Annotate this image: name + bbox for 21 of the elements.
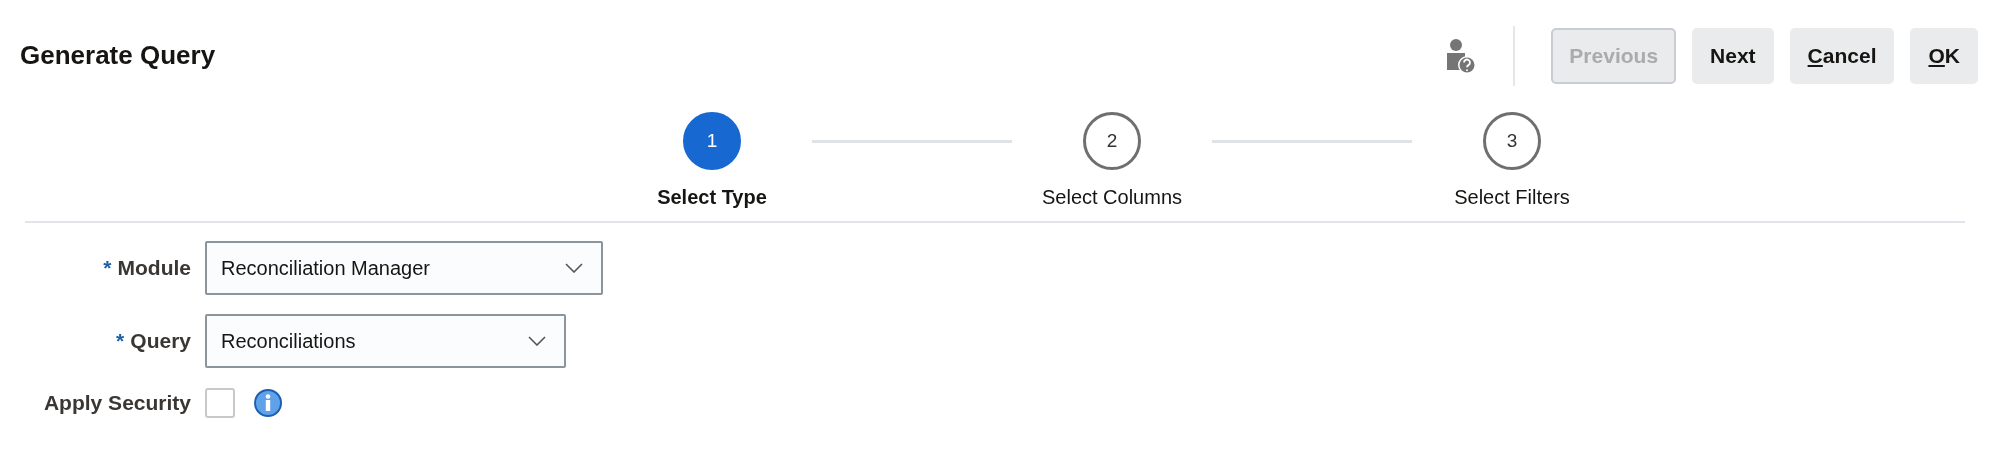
wizard-button[interactable]: OK bbox=[1910, 28, 1978, 84]
step-circle[interactable]: 1 bbox=[683, 112, 741, 170]
step-circle[interactable]: 3 bbox=[1483, 112, 1541, 170]
field-label: Module bbox=[117, 256, 191, 280]
step-circle[interactable]: 2 bbox=[1083, 112, 1141, 170]
step-label: Select Type bbox=[657, 185, 767, 210]
step-label: Select Filters bbox=[1454, 185, 1570, 210]
wizard-button[interactable]: Next bbox=[1692, 28, 1774, 84]
field-label: Query bbox=[130, 329, 191, 353]
step-label: Select Columns bbox=[1041, 185, 1183, 210]
chevron-down-icon bbox=[528, 336, 546, 346]
info-icon[interactable] bbox=[253, 387, 283, 418]
field-label: Apply Security bbox=[43, 391, 191, 414]
dropdown-field[interactable]: Reconciliations bbox=[205, 314, 566, 368]
required-mark: * bbox=[116, 329, 125, 353]
required-mark: * bbox=[103, 256, 112, 280]
checkbox[interactable] bbox=[205, 387, 235, 418]
dropdown-field[interactable]: Reconciliation Manager bbox=[205, 241, 603, 295]
page-title: Generate Query bbox=[20, 40, 216, 72]
chevron-down-icon bbox=[565, 263, 583, 273]
wizard-button[interactable]: Cancel bbox=[1789, 28, 1895, 84]
